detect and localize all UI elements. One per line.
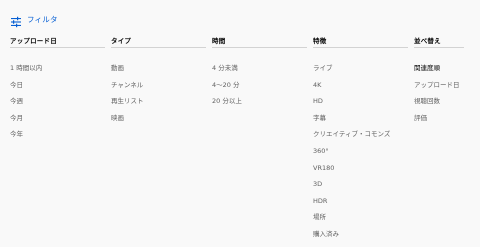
filter-button[interactable]: フィルタ — [10, 12, 58, 28]
filter-option[interactable]: 場所 — [313, 213, 414, 230]
filter-option[interactable]: クリエイティブ・コモンズ — [313, 130, 414, 147]
filter-option[interactable]: 字幕 — [313, 114, 414, 131]
filter-group-header: 時間 — [212, 36, 307, 48]
filter-option-list: 1 時間以内 今日 今週 今月 今年 — [10, 64, 111, 147]
filter-option[interactable]: 今週 — [10, 97, 111, 114]
filter-option[interactable]: 購入済み — [313, 230, 414, 247]
filter-option[interactable]: 関連度順 — [414, 64, 470, 81]
filter-group-features: 特徴ライブ 4K HD 字幕 クリエイティブ・コモンズ 360° VR180 3D HDR 場所購… — [313, 36, 414, 247]
filter-option[interactable]: 今月 — [10, 114, 111, 131]
filter-option[interactable]: ライブ — [313, 64, 414, 81]
filter-group-type: タイプ動画 チャンネル 再生リスト 映画 — [111, 36, 212, 247]
filter-group-duration: 時間 4 分未満 4～20 分 20 分以上 — [212, 36, 313, 247]
filter-group-header: アップロード日 — [10, 36, 105, 48]
filter-option[interactable]: アップロード日 — [414, 81, 470, 98]
filter-option[interactable]: VR180 — [313, 164, 414, 181]
filter-option[interactable]: 4K — [313, 81, 414, 98]
filter-option[interactable]: HD — [313, 97, 414, 114]
filter-option-list: 動画 チャンネル 再生リスト 映画 — [111, 64, 212, 130]
filter-option[interactable]: 20 分以上 — [212, 97, 313, 114]
filter-option[interactable]: 映画 — [111, 114, 212, 131]
filter-option[interactable]: HDR — [313, 197, 414, 214]
filter-option[interactable]: 4～20 分 — [212, 81, 313, 98]
filter-option[interactable]: チャンネル — [111, 81, 212, 98]
filter-option[interactable]: 動画 — [111, 64, 212, 81]
tune-icon — [10, 13, 22, 28]
filter-option[interactable]: 3D — [313, 180, 414, 197]
filter-option[interactable]: 4 分未満 — [212, 64, 313, 81]
filter-group-header: タイプ — [111, 36, 206, 48]
filter-option-list: 4 分未満 4～20 分 20 分以上 — [212, 64, 313, 114]
filter-option[interactable]: 1 時間以内 — [10, 64, 111, 81]
filter-panel: アップロード日 1 時間以内 今日 今週 今月 今年 タイプ 動画 チャンネル 再生リスト 映画 時間… — [10, 36, 470, 247]
filter-group-header: 特徴 — [313, 36, 408, 48]
filter-group-upload-date: アップロード日 1 時間以内 今日 今週 今月 今年 — [10, 36, 111, 247]
filter-option[interactable]: 再生リスト — [111, 97, 212, 114]
filter-option[interactable]: 評価 — [414, 114, 470, 131]
filter-option[interactable]: 今年 — [10, 130, 111, 147]
filter-option[interactable]: 視聴回数 — [414, 97, 470, 114]
filter-option-list: 関連度順 アップロード日 視聴回数 評価 — [414, 64, 470, 130]
filter-label: フィルタ — [27, 14, 58, 24]
filter-option[interactable]: 今日 — [10, 81, 111, 98]
filter-option-list: ライブ 4K HD 字幕 クリエイティブ・コモンズ 360° VR180 3D HDR 場所 購入済… — [313, 64, 414, 247]
filter-group-header: 並べ替え — [414, 36, 464, 48]
filter-option[interactable]: 360° — [313, 147, 414, 164]
filter-group-sort-by: 並べ替え関連度順 アップロード日 視聴回数 評価 — [414, 36, 470, 247]
